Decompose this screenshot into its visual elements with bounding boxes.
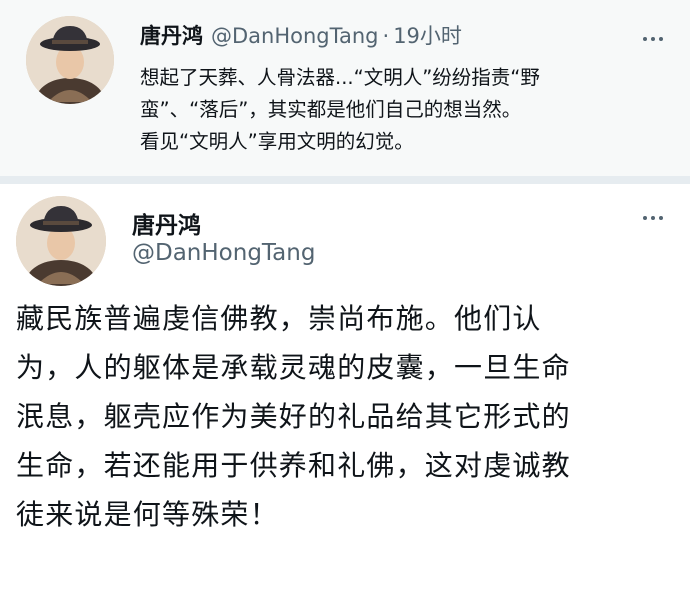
tweet-text-line: 想起了天葬、人骨法器...“文明人”纷纷指责“野 — [140, 66, 540, 89]
tweet-main-text: 藏民族普遍虔信佛教，崇尚布施。他们认 为，人的躯体是承载灵魂的皮囊，一旦生命 泯… — [16, 294, 676, 539]
avatar-image — [26, 16, 114, 104]
tweet-top-text: 想起了天葬、人骨法器...“文明人”纷纷指责“野 蛮”、“落后”，其实都是他们自… — [140, 62, 660, 158]
tweet-text-line: 徒来说是何等殊荣！ — [16, 498, 279, 531]
author-name[interactable]: 唐丹鸿 — [140, 24, 203, 48]
tweet-divider — [0, 176, 690, 184]
avatar[interactable] — [16, 196, 106, 286]
tweet-top[interactable]: 唐丹鸿 @DanHongTang · 19小时 想起了天葬、人骨法器...“文明人”纷… — [0, 0, 690, 176]
tweet-timestamp[interactable]: 19小时 — [393, 24, 462, 48]
author-handle[interactable]: @DanHongTang — [211, 24, 379, 48]
more-icon[interactable] — [643, 216, 663, 220]
author-name[interactable]: 唐丹鸿 — [132, 206, 201, 240]
avatar-image — [16, 196, 106, 286]
header-separator: · — [382, 24, 390, 48]
avatar[interactable] — [26, 16, 114, 104]
tweet-text-line: 藏民族普遍虔信佛教，崇尚布施。他们认 — [16, 302, 542, 335]
tweet-text-line: 为，人的躯体是承载灵魂的皮囊，一旦生命 — [16, 351, 571, 384]
tweet-text-line: 生命，若还能用于供养和礼佛，这对虔诚教 — [16, 449, 571, 482]
tweet-main[interactable]: 唐丹鸿 @DanHongTang 藏民族普遍虔信佛教，崇尚布施。他们认 为，人的… — [0, 184, 690, 596]
more-icon[interactable] — [643, 37, 663, 41]
tweet-top-header: 唐丹鸿 @DanHongTang · 19小时 — [140, 20, 462, 50]
tweet-text-line: 蛮”、“落后”，其实都是他们自己的想当然。 — [140, 98, 522, 121]
tweet-text-line: 泯息，躯壳应作为美好的礼品给其它形式的 — [16, 400, 571, 433]
author-handle[interactable]: @DanHongTang — [132, 240, 315, 266]
tweet-text-line: 看见“文明人”享用文明的幻觉。 — [140, 130, 414, 153]
